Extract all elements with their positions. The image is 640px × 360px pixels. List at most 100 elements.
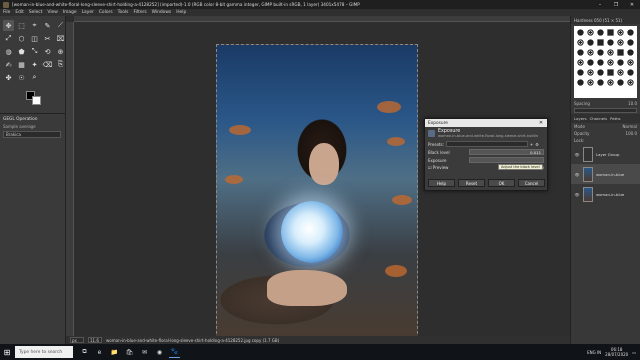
eraser-tool-icon[interactable]: ⌫ [42, 59, 53, 70]
scale-tool-icon[interactable]: ⤡ [29, 46, 40, 57]
store-icon[interactable]: 🛍 [124, 347, 135, 358]
visibility-eye-icon[interactable]: 👁 [574, 192, 580, 197]
brush-preset[interactable] [597, 49, 604, 56]
brush-preset[interactable] [627, 39, 634, 46]
menu-help[interactable]: Help [176, 10, 186, 15]
brush-preset[interactable] [577, 69, 584, 76]
cancel-button[interactable]: Cancel [518, 179, 545, 187]
gradient-tool-icon[interactable]: ⬟ [16, 46, 27, 57]
file-explorer-icon[interactable]: 📁 [109, 347, 120, 358]
mode-select[interactable]: Normal [623, 124, 637, 129]
windows-start-icon[interactable]: ⊞ [0, 344, 14, 360]
brush-preset[interactable] [577, 79, 584, 86]
help-button[interactable]: Help [428, 179, 455, 187]
brush-preset[interactable] [627, 59, 634, 66]
measure-tool-icon[interactable]: ⟋ [55, 20, 66, 31]
free-select-tool-icon[interactable]: ⬡ [16, 33, 27, 44]
mail-icon[interactable]: ✉ [139, 347, 150, 358]
layer-item[interactable]: 👁 Layer Group [571, 144, 640, 164]
rotate-tool-icon[interactable]: ⟲ [42, 46, 53, 57]
brush-preset[interactable] [617, 79, 624, 86]
brush-preset[interactable] [627, 69, 634, 76]
add-preset-icon[interactable]: + [530, 142, 533, 147]
unit-select[interactable]: px [70, 337, 84, 343]
brush-preset[interactable] [607, 39, 614, 46]
brush-preset[interactable] [587, 59, 594, 66]
brush-preset[interactable] [587, 69, 594, 76]
brush-preset[interactable] [587, 49, 594, 56]
minimize-button[interactable]: – [592, 0, 608, 9]
background-color-swatch[interactable] [32, 96, 41, 105]
brush-preset[interactable] [597, 29, 604, 36]
close-button[interactable]: ✕ [624, 0, 640, 9]
menu-view[interactable]: View [47, 10, 57, 15]
brush-preset[interactable] [577, 59, 584, 66]
canvas-area[interactable]: Exposure ✕ Exposure woman-in-blue-and-wh… [66, 16, 570, 344]
paths-tool-icon[interactable]: ✎ [42, 20, 53, 31]
brushes-grid[interactable] [574, 26, 637, 98]
menu-select[interactable]: Select [29, 10, 43, 15]
bucket-fill-tool-icon[interactable]: ◍ [3, 46, 14, 57]
brush-preset[interactable] [597, 79, 604, 86]
brush-preset[interactable] [617, 69, 624, 76]
tab-layers[interactable]: Layers [574, 116, 587, 121]
reset-button[interactable]: Reset [458, 179, 485, 187]
paintbrush-tool-icon[interactable]: ✍ [3, 59, 14, 70]
move-tool-icon[interactable]: ✥ [3, 20, 14, 31]
crop-tool-icon[interactable]: ◫ [29, 33, 40, 44]
visibility-eye-icon[interactable]: 👁 [574, 152, 580, 157]
menu-filters[interactable]: Filters [133, 10, 146, 15]
brush-preset[interactable] [617, 29, 624, 36]
rect-select-tool-icon[interactable]: ⬚ [16, 20, 27, 31]
maximize-button[interactable]: ❐ [608, 0, 624, 9]
horizontal-ruler[interactable] [74, 16, 570, 22]
brush-preset[interactable] [607, 49, 614, 56]
scissors-tool-icon[interactable]: ✂ [42, 33, 53, 44]
ok-button[interactable]: OK [488, 179, 515, 187]
text-tool-icon[interactable]: ⎘ [55, 59, 66, 70]
brush-preset[interactable] [587, 29, 594, 36]
brush-preset[interactable] [607, 29, 614, 36]
sample-average-label[interactable]: Sample average [3, 124, 62, 129]
chrome-icon[interactable]: ◉ [154, 347, 165, 358]
brush-preset[interactable] [587, 39, 594, 46]
menu-windows[interactable]: Windows [152, 10, 172, 15]
menu-image[interactable]: Image [63, 10, 77, 15]
zoom-select[interactable]: 11.6 [88, 337, 102, 343]
menu-tools[interactable]: Tools [118, 10, 129, 15]
taskbar-clock[interactable]: 06:18 28/07/2020 [605, 347, 628, 357]
menu-layer[interactable]: Layer [82, 10, 94, 15]
brush-preset[interactable] [587, 79, 594, 86]
opacity-value[interactable]: 100.0 [626, 131, 637, 136]
menu-file[interactable]: File [3, 10, 10, 15]
visibility-eye-icon[interactable]: 👁 [574, 172, 580, 177]
fg-bg-colors[interactable] [26, 91, 42, 105]
taskbar-search-input[interactable]: Type here to search [15, 346, 73, 358]
brush-preset[interactable] [627, 79, 634, 86]
layer-item[interactable]: 👁 woman-in-blue [571, 164, 640, 184]
brush-preset[interactable] [617, 49, 624, 56]
language-indicator[interactable]: ENG IN [587, 350, 601, 355]
color-picker-tool-icon[interactable]: ☉ [16, 72, 27, 83]
brush-preset[interactable] [607, 79, 614, 86]
gimp-taskbar-icon[interactable]: 🐾 [169, 347, 180, 358]
brush-preset[interactable] [577, 29, 584, 36]
tool-options-select[interactable]: Brakica [3, 131, 61, 138]
clone-tool-icon[interactable]: ▦ [16, 59, 27, 70]
tab-channels[interactable]: Channels [590, 116, 608, 121]
fuzzy-select-tool-icon[interactable]: ⌖ [29, 20, 40, 31]
brush-preset[interactable] [627, 49, 634, 56]
spacing-value[interactable]: 10.0 [628, 101, 637, 106]
layer-item[interactable]: 👁 woman-in-blue [571, 184, 640, 204]
brush-preset[interactable] [617, 59, 624, 66]
smudge-tool-icon[interactable]: ✦ [29, 59, 40, 70]
black-level-slider[interactable]: 0.011 [469, 149, 544, 155]
transform-tool-icon[interactable]: ⤢ [3, 33, 14, 44]
image-canvas[interactable] [216, 44, 418, 344]
notifications-icon[interactable]: ▭ [632, 350, 636, 355]
foreground-select-tool-icon[interactable]: ⌧ [55, 33, 66, 44]
task-view-icon[interactable]: ⧉ [79, 347, 90, 358]
brush-preset[interactable] [607, 69, 614, 76]
spacing-slider[interactable] [574, 108, 637, 113]
menu-colors[interactable]: Colors [99, 10, 113, 15]
